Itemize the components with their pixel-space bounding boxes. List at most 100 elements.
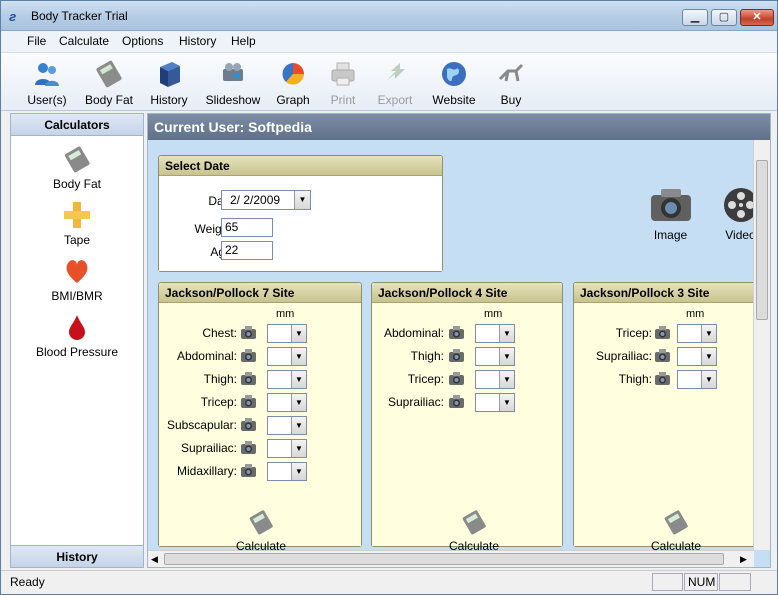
vertical-scrollbar[interactable] [753,140,770,550]
chevron-down-icon[interactable]: ▼ [291,463,306,480]
chevron-down-icon[interactable]: ▼ [701,371,716,388]
camera-icon[interactable] [654,325,672,341]
site-label: Thigh: [410,349,444,363]
calculate-button[interactable]: Calculate [636,508,716,550]
chevron-down-icon[interactable]: ▼ [499,325,514,342]
status-text: Ready [10,575,45,589]
sidebar-item-bmi-bmr[interactable]: BMI/BMR [11,256,143,303]
blood-drop-icon [69,315,85,340]
skinfold-mm-select[interactable]: ▼ [267,462,307,481]
export-icon [386,63,405,81]
maximize-button[interactable]: ▢ [711,9,737,26]
chevron-down-icon[interactable]: ▼ [701,348,716,365]
skinfold-mm-select[interactable]: ▼ [267,416,307,435]
body-fat-button[interactable]: Body Fat [79,56,139,110]
calculate-button[interactable]: Calculate [221,508,301,550]
image-button[interactable]: Image [643,185,698,242]
skinfold-mm-select[interactable]: ▼ [677,370,717,389]
skinfold-mm-select[interactable]: ▼ [475,393,515,412]
skinfold-mm-select[interactable]: ▼ [267,347,307,366]
menu-calculate[interactable]: Calculate [59,34,109,48]
skinfold-mm-select[interactable]: ▼ [677,324,717,343]
age-field[interactable]: 22 [221,241,273,260]
export-button[interactable]: Export [365,56,425,110]
skinfold-mm-select[interactable]: ▼ [267,439,307,458]
status-bar: Ready NUM [1,570,777,594]
minimize-button[interactable]: ▁ [682,9,708,26]
skinfold-mm-select[interactable]: ▼ [677,347,717,366]
site-label: Midaxillary: [176,464,237,478]
chevron-down-icon[interactable]: ▼ [291,440,306,457]
date-picker[interactable]: 2/ 2/2009 ▼ [221,190,311,210]
site-label: Thigh: [203,372,237,386]
site-label: Thigh: [618,372,652,386]
menu-help[interactable]: Help [231,34,256,48]
scroll-right-icon[interactable]: ▶ [740,554,747,565]
calculator-icon [96,60,122,88]
history-button[interactable]: History [139,56,199,110]
skinfold-mm-select[interactable]: ▼ [475,347,515,366]
skinfold-mm-select[interactable]: ▼ [267,370,307,389]
unit-label: mm [484,308,503,320]
sidebar-item-tape[interactable]: Tape [11,200,143,247]
sidebar-history-button[interactable]: History [11,545,143,567]
chevron-down-icon[interactable]: ▼ [499,394,514,411]
camera-icon[interactable] [654,348,672,364]
skinfold-mm-select[interactable]: ▼ [475,324,515,343]
camera-icon[interactable] [240,463,258,479]
skinfold-mm-select[interactable]: ▼ [475,370,515,389]
camera-icon[interactable] [240,417,258,433]
toolbar: User(s) Body Fat History Slideshow Graph… [1,53,777,111]
website-button[interactable]: Website [424,56,484,110]
jp4-panel: Jackson/Pollock 4 Site mm Abdominal: ▼ Thig… [371,282,563,550]
camera-icon[interactable] [448,371,466,387]
jp3-panel: Jackson/Pollock 3 Site mm Tricep: ▼ Suprail… [573,282,754,550]
camera-icon[interactable] [448,348,466,364]
chevron-down-icon[interactable]: ▼ [499,371,514,388]
image-label: Image [653,228,688,242]
pie-chart-icon [282,63,304,85]
video-button[interactable]: Video [713,185,754,242]
chevron-down-icon[interactable]: ▼ [294,191,310,209]
scroll-left-icon[interactable]: ◀ [151,554,158,565]
app-logo-icon: ƨ [9,9,17,24]
calculator-icon [664,510,688,535]
camera-icon[interactable] [448,394,466,410]
chevron-down-icon[interactable]: ▼ [291,417,306,434]
calculate-button[interactable]: Calculate [434,508,514,550]
chevron-down-icon[interactable]: ▼ [291,348,306,365]
chevron-down-icon[interactable]: ▼ [291,325,306,342]
camera-icon[interactable] [240,348,258,364]
camera-icon[interactable] [240,371,258,387]
users-button[interactable]: User(s) [17,56,77,110]
scroll-thumb[interactable] [756,160,768,320]
camera-icon[interactable] [448,325,466,341]
camera-icon[interactable] [240,394,258,410]
menu-file[interactable]: File [27,34,46,48]
menu-history[interactable]: History [179,34,216,48]
chevron-down-icon[interactable]: ▼ [291,371,306,388]
weight-field[interactable]: 65 [221,218,273,237]
menu-options[interactable]: Options [122,34,163,48]
chevron-down-icon[interactable]: ▼ [499,348,514,365]
slideshow-button[interactable]: Slideshow [203,56,263,110]
skinfold-mm-select[interactable]: ▼ [267,393,307,412]
skinfold-mm-select[interactable]: ▼ [267,324,307,343]
calculate-label: Calculate [235,539,287,550]
camera-icon[interactable] [240,440,258,456]
camera-icon[interactable] [240,325,258,341]
select-date-panel: Select Date Date: 2/ 2/2009 ▼ Weight: 65… [158,155,443,272]
scroll-thumb[interactable] [164,553,724,565]
camera-icon[interactable] [654,371,672,387]
close-button[interactable]: ✕ [740,9,774,26]
site-label: Suprailiac: [180,441,237,455]
horizontal-scrollbar[interactable]: ◀ ▶ [148,550,754,567]
menu-bar: File Calculate Options History Help [1,31,777,53]
num-lock-indicator: NUM [684,573,718,591]
print-button[interactable]: Print [313,56,373,110]
buy-button[interactable]: Buy [481,56,541,110]
sidebar-item-blood-pressure[interactable]: Blood Pressure [11,312,143,359]
chevron-down-icon[interactable]: ▼ [701,325,716,342]
chevron-down-icon[interactable]: ▼ [291,394,306,411]
sidebar-item-body-fat[interactable]: Body Fat [11,144,143,191]
